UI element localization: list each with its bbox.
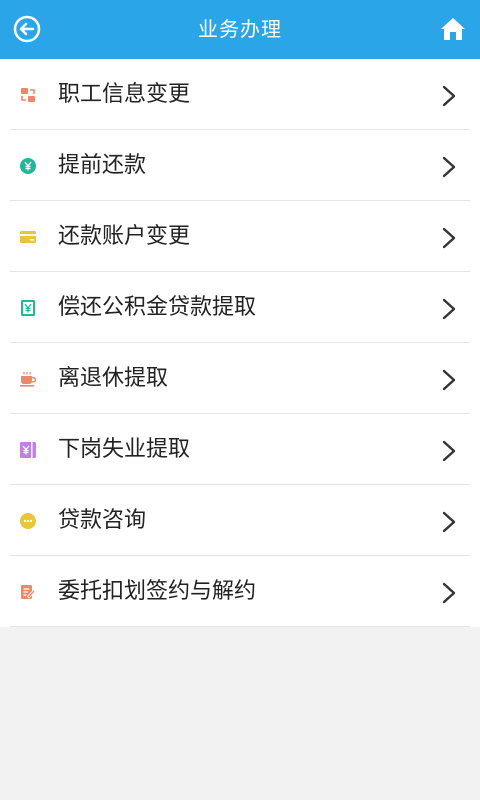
menu-item-employee-info-change[interactable]: 职工信息变更	[10, 59, 470, 130]
chevron-right-icon	[442, 511, 456, 533]
menu-item-label: 离退休提取	[58, 366, 169, 391]
chevron-right-icon	[442, 85, 456, 107]
menu-item-provident-fund-loan-withdrawal[interactable]: 偿还公积金贷款提取	[10, 272, 470, 343]
yen-receipt-icon	[21, 300, 35, 316]
menu-item-unemployment-withdrawal[interactable]: 下岗失业提取	[10, 414, 470, 485]
teacup-icon	[20, 372, 36, 387]
chat-bubble-icon	[20, 513, 36, 529]
chevron-right-icon	[442, 369, 456, 391]
menu-item-repayment-account-change[interactable]: 还款账户变更	[10, 201, 470, 272]
chevron-right-icon	[442, 227, 456, 249]
menu-item-label: 贷款咨询	[58, 508, 147, 533]
chevron-right-icon	[442, 440, 456, 462]
menu-item-loan-consultation[interactable]: 贷款咨询	[10, 485, 470, 556]
app-bar: 业务办理	[0, 0, 480, 59]
menu-item-label: 还款账户变更	[58, 224, 191, 249]
menu-item-label: 委托扣划签约与解约	[58, 579, 257, 604]
menu-item-label: 偿还公积金贷款提取	[58, 295, 257, 320]
edit-document-icon	[21, 585, 36, 599]
chevron-right-icon	[442, 156, 456, 178]
page-title: 业务办理	[198, 17, 282, 41]
menu-item-retirement-withdrawal[interactable]: 离退休提取	[10, 343, 470, 414]
home-icon[interactable]	[438, 14, 468, 44]
yen-slip-icon	[20, 442, 36, 458]
menu-item-label: 提前还款	[58, 153, 147, 178]
menu-item-entrusted-deduction-signing[interactable]: 委托扣划签约与解约	[10, 556, 470, 627]
menu-item-label: 下岗失业提取	[58, 437, 191, 462]
exchange-icon	[21, 88, 35, 102]
card-icon	[20, 231, 36, 243]
chevron-right-icon	[442, 298, 456, 320]
yen-coin-icon	[20, 158, 36, 174]
menu-list: 职工信息变更 提前还款 还款账户变更 偿还公积金贷款提取 离退休提取 下岗失业提…	[0, 59, 480, 627]
menu-item-early-repayment[interactable]: 提前还款	[10, 130, 470, 201]
chevron-right-icon	[442, 582, 456, 604]
menu-item-label: 职工信息变更	[58, 82, 191, 107]
